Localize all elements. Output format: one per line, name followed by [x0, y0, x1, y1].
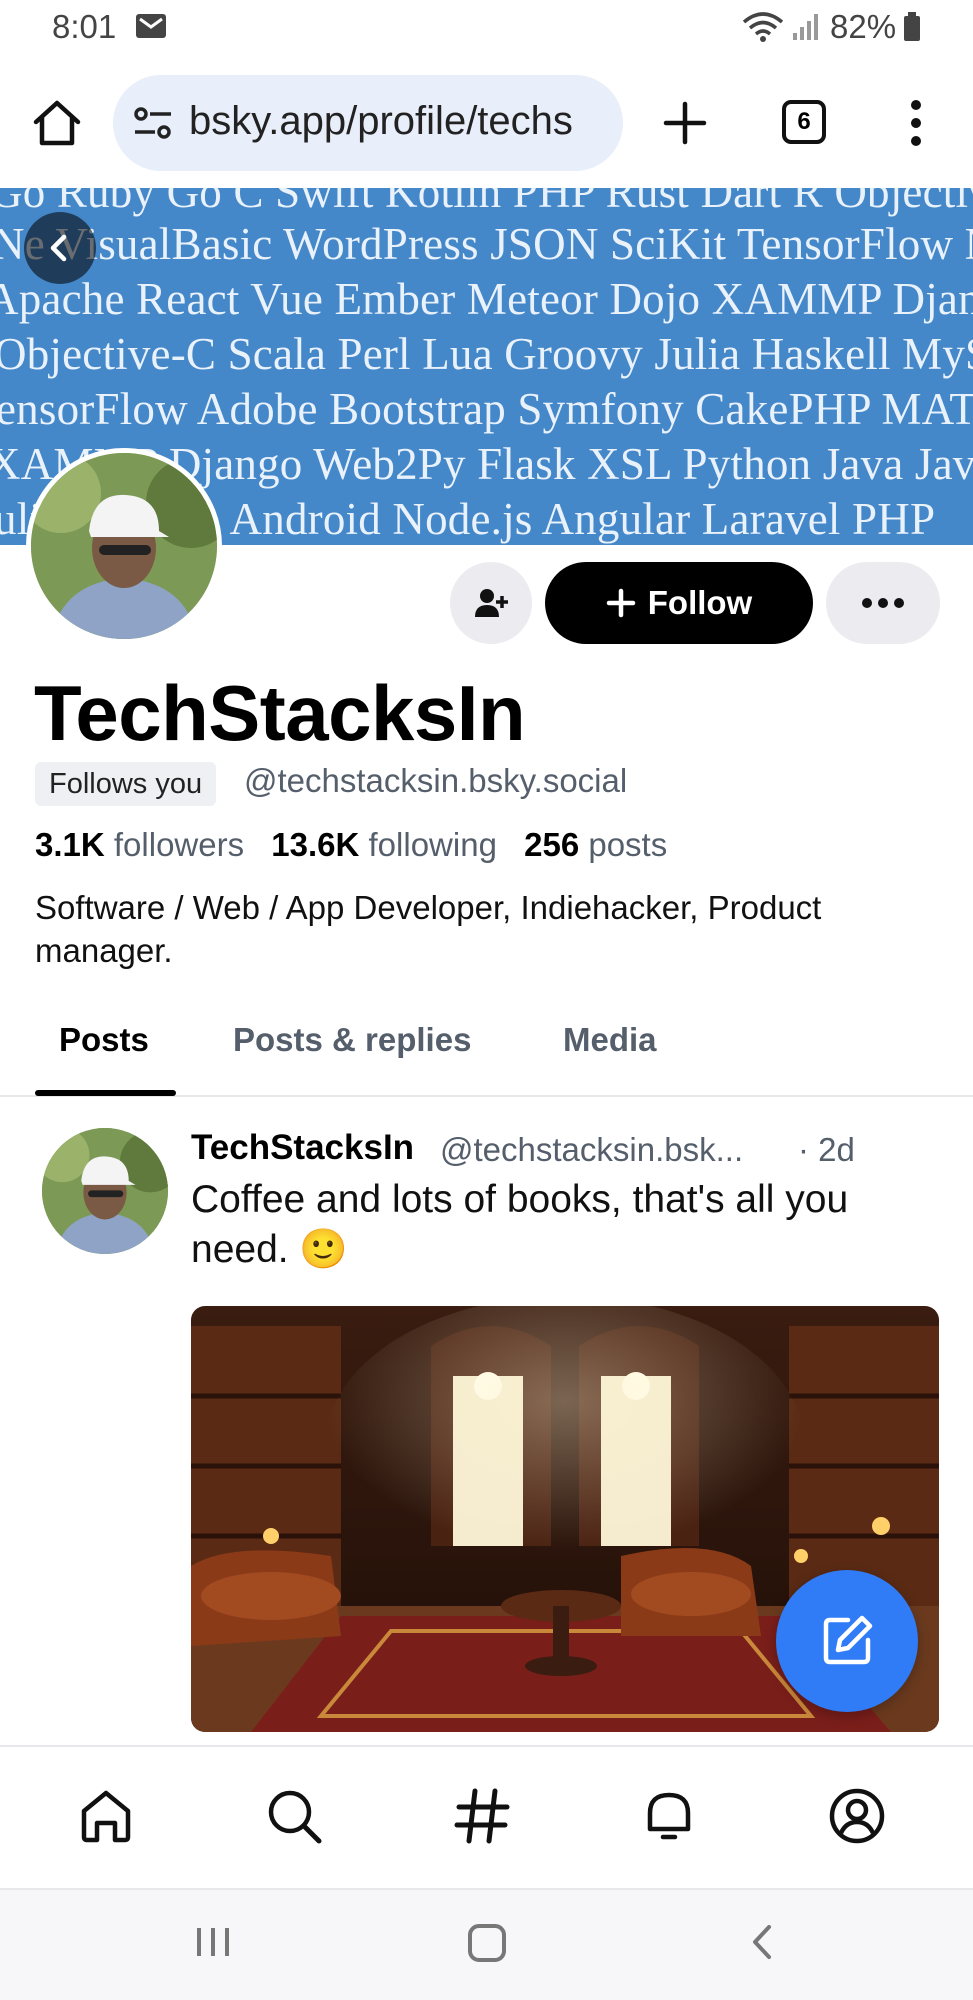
battery-icon [904, 12, 920, 41]
followers-stat[interactable]: 3.1K followers [35, 826, 244, 863]
profile-stats: 3.1K followers 13.6K following 256 posts [35, 826, 667, 864]
profile-icon[interactable] [826, 1785, 888, 1847]
posts-count: 256 [524, 826, 580, 863]
avatar-photo [42, 1128, 168, 1254]
address-bar[interactable]: bsky.app/profile/techs [113, 75, 623, 171]
followers-label: followers [113, 826, 245, 863]
site-settings-icon[interactable] [133, 105, 173, 141]
status-time: 8:01 [52, 8, 117, 45]
banner-text-line: Objective-C Scala Perl Lua Groovy Julia … [0, 329, 973, 379]
posts-label: posts [588, 826, 668, 863]
compose-post-button[interactable] [776, 1570, 918, 1712]
tab-posts[interactable]: Posts [59, 1021, 149, 1059]
plus-icon [606, 588, 635, 618]
post-text: Coffee and lots of books, that's all you… [191, 1178, 849, 1271]
browser-toolbar: bsky.app/profile/techs 6 [0, 58, 973, 188]
following-stat[interactable]: 13.6K following [271, 826, 497, 863]
tab-media[interactable]: Media [563, 1021, 657, 1059]
banner-text-line: Ne VisualBasic WordPress JSON SciKit Ten… [0, 219, 973, 269]
follow-button-label: Follow [647, 584, 753, 621]
notifications-bell-icon[interactable] [638, 1785, 700, 1847]
profile-avatar[interactable] [26, 448, 222, 644]
post-author-name[interactable]: TechStacksIn [191, 1128, 414, 1168]
profile-display-name: TechStacksIn [34, 669, 526, 757]
tab-switcher-button[interactable]: 6 [782, 100, 826, 144]
banner-text-line: Go Ruby Go C Swift Kotlin PHP Rust Dart … [0, 188, 973, 217]
profile-bio: Software / Web / App Developer, Indiehac… [35, 889, 822, 969]
person-add-icon [475, 589, 508, 617]
chevron-left-icon [50, 234, 67, 262]
banner-text-line: ensorFlow Adobe Bootstrap Symfony CakePH… [0, 384, 973, 434]
url-text[interactable]: bsky.app/profile/techs [189, 99, 609, 144]
new-tab-icon[interactable] [660, 98, 710, 148]
bottom-navigation [0, 1745, 973, 1888]
more-options-button[interactable] [826, 562, 940, 644]
profile-handle: @techstacksin.bsky.social [244, 762, 628, 799]
recent-apps-icon[interactable] [193, 1922, 233, 1962]
home-square-icon[interactable] [466, 1922, 508, 1964]
back-chevron-icon[interactable] [742, 1922, 782, 1962]
post-author-avatar[interactable] [42, 1128, 168, 1254]
system-navigation-bar [0, 1888, 973, 2000]
avatar-photo [31, 453, 217, 639]
back-button[interactable] [24, 212, 96, 284]
following-label: following [368, 826, 497, 863]
more-horiz-icon [862, 598, 904, 608]
status-bar: 8:01 82% [0, 0, 973, 58]
compose-icon [823, 1615, 873, 1665]
home-icon[interactable] [75, 1785, 137, 1847]
banner-text-line: Apache React Vue Ember Meteor Dojo XAMMP… [0, 274, 973, 324]
more-vert-icon[interactable] [898, 96, 934, 150]
posts-stat: 256 posts [524, 826, 667, 863]
battery-percent: 82% [830, 8, 897, 45]
follow-button[interactable]: Follow [545, 562, 813, 644]
cell-signal-icon [793, 14, 818, 40]
following-count: 13.6K [271, 826, 360, 863]
search-icon[interactable] [263, 1785, 325, 1847]
feeds-hashtag-icon[interactable] [451, 1785, 513, 1847]
post-author-handle[interactable]: @techstacksin.bsk... [440, 1131, 780, 1169]
profile-tabs: Posts Posts & replies Media [0, 1005, 973, 1097]
mail-notification-icon [136, 14, 166, 38]
follows-you-badge: Follows you [35, 762, 217, 806]
wifi-icon [742, 12, 784, 42]
post-timestamp[interactable]: · 2d [798, 1131, 855, 1169]
followers-count: 3.1K [35, 826, 105, 863]
tab-posts-and-replies[interactable]: Posts & replies [233, 1021, 471, 1059]
home-icon[interactable] [30, 96, 84, 150]
active-tab-indicator [35, 1090, 176, 1096]
suggested-follows-button[interactable] [450, 562, 532, 644]
